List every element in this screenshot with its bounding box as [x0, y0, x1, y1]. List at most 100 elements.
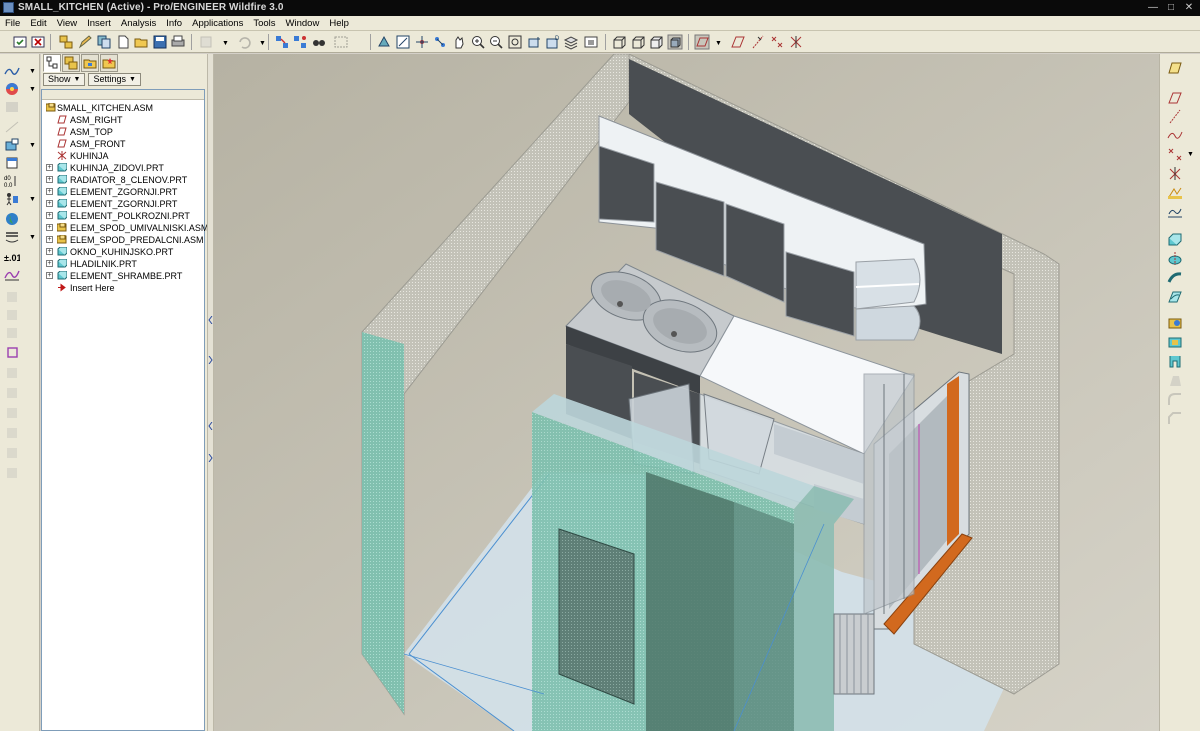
hole-icon[interactable]	[1167, 316, 1183, 331]
menu-tools[interactable]: Tools	[248, 16, 280, 30]
tolerance-icon[interactable]: ±.01	[4, 250, 20, 264]
chevron-down-icon[interactable]: ▼	[29, 142, 36, 149]
analysis-feature-icon[interactable]	[1167, 185, 1183, 200]
graphics-viewport[interactable]	[214, 54, 1159, 731]
no-hidden-icon[interactable]	[648, 34, 664, 50]
datum-plane-tool-icon[interactable]	[1167, 90, 1183, 105]
grip-arrow-icon[interactable]	[208, 356, 213, 364]
settings-dropdown-button[interactable]: Settings ▼	[88, 73, 141, 86]
pan-icon[interactable]	[432, 34, 448, 50]
cut-icon[interactable]	[198, 34, 214, 50]
regen-manager-icon[interactable]	[292, 34, 308, 50]
revolve-icon[interactable]	[1167, 251, 1183, 266]
save-icon[interactable]	[152, 34, 168, 50]
close-button[interactable]: ✕	[1182, 2, 1196, 14]
expand-icon[interactable]: +	[46, 260, 53, 267]
expand-icon[interactable]: +	[46, 248, 53, 255]
menu-analysis[interactable]: Analysis	[116, 16, 161, 30]
zoom-in-icon[interactable]	[470, 34, 486, 50]
saved-views-icon[interactable]: D	[545, 34, 561, 50]
datum-axis-display-icon[interactable]	[750, 34, 766, 50]
panel-splitter[interactable]	[207, 54, 214, 731]
expand-icon[interactable]: +	[46, 212, 53, 219]
datum-plane-icon[interactable]	[1167, 60, 1183, 75]
earth-icon[interactable]	[4, 212, 20, 226]
chamfer-icon[interactable]	[1167, 411, 1183, 426]
orient-icon[interactable]	[376, 34, 392, 50]
datum-curve-icon[interactable]	[1167, 128, 1183, 143]
chevron-down-icon[interactable]: ▼	[29, 234, 36, 241]
expand-icon[interactable]: +	[46, 176, 53, 183]
show-dropdown-button[interactable]: Show ▼	[43, 73, 86, 86]
view-manager-icon[interactable]	[583, 34, 599, 50]
extrude-icon[interactable]	[1167, 232, 1183, 247]
maximize-button[interactable]: □	[1164, 2, 1178, 14]
regenerate-icon[interactable]	[12, 34, 28, 50]
menu-insert[interactable]: Insert	[82, 16, 116, 30]
shading-icon[interactable]	[667, 34, 683, 50]
select-box-icon[interactable]	[333, 34, 349, 50]
shell-icon[interactable]	[1167, 335, 1183, 350]
section-icon[interactable]	[4, 120, 20, 134]
minimize-button[interactable]: —	[1146, 2, 1160, 14]
model-icon[interactable]	[4, 100, 20, 114]
edit-definition-icon[interactable]	[77, 34, 93, 50]
spin-center-icon[interactable]	[414, 34, 430, 50]
copy-icon[interactable]	[96, 34, 112, 50]
grip-arrow-icon[interactable]	[208, 422, 213, 430]
refit-icon[interactable]	[507, 34, 523, 50]
menu-info[interactable]: Info	[161, 16, 187, 30]
chevron-down-icon[interactable]: ▼	[259, 40, 266, 47]
blend-icon[interactable]	[1167, 289, 1183, 304]
datum-point-display-icon[interactable]	[769, 34, 785, 50]
grip-arrow-icon[interactable]	[208, 454, 213, 462]
feature-icon[interactable]	[4, 138, 20, 152]
graph-icon[interactable]	[1167, 204, 1183, 219]
expand-icon[interactable]: +	[46, 188, 53, 195]
layers-icon[interactable]	[563, 34, 579, 50]
menu-edit[interactable]: Edit	[25, 16, 51, 30]
open-file-icon[interactable]	[133, 34, 149, 50]
chevron-down-icon[interactable]: ▼	[715, 40, 722, 47]
chevron-down-icon[interactable]: ▼	[29, 86, 36, 93]
expand-icon[interactable]: +	[46, 236, 53, 243]
datum-axis-icon[interactable]	[1167, 109, 1183, 124]
expand-icon[interactable]: +	[46, 272, 53, 279]
datum-plane-tool-icon[interactable]	[730, 34, 746, 50]
hidden-line-icon[interactable]	[630, 34, 646, 50]
chevron-down-icon[interactable]: ▼	[1187, 151, 1194, 158]
coordinate-system-display-icon[interactable]	[788, 34, 804, 50]
chevron-down-icon[interactable]: ▼	[222, 40, 229, 47]
datum-plane-display-icon[interactable]	[694, 34, 710, 50]
expand-icon[interactable]: +	[46, 200, 53, 207]
draft-icon[interactable]	[1167, 373, 1183, 388]
regen-icon[interactable]	[274, 34, 290, 50]
rib-icon[interactable]	[1167, 354, 1183, 369]
grip-arrow-icon[interactable]	[208, 316, 213, 324]
model-tree-tab[interactable]	[43, 54, 61, 72]
kitchen-3d-model[interactable]	[214, 54, 1159, 731]
menu-file[interactable]: File	[0, 16, 25, 30]
chevron-down-icon[interactable]: ▼	[29, 196, 36, 203]
menu-help[interactable]: Help	[324, 16, 354, 30]
layer-tree-tab[interactable]	[62, 54, 80, 72]
chevron-down-icon[interactable]: ▼	[29, 68, 36, 75]
mapkey-icon[interactable]	[4, 192, 20, 206]
zoom-out-icon[interactable]	[488, 34, 504, 50]
close-window-icon[interactable]	[30, 34, 46, 50]
datum-point-icon[interactable]	[1167, 147, 1183, 162]
menu-applications[interactable]: Applications	[187, 16, 248, 30]
sweep-icon[interactable]	[1167, 270, 1183, 285]
relations-icon[interactable]	[4, 156, 20, 170]
analysis-icon[interactable]	[4, 268, 20, 282]
family-table-icon[interactable]: d00.0	[4, 174, 20, 188]
new-file-icon[interactable]	[115, 34, 131, 50]
wireframe-icon[interactable]	[611, 34, 627, 50]
sketch-icon[interactable]	[4, 64, 20, 78]
folder-browser-tab[interactable]	[81, 54, 99, 72]
coordinate-system-icon[interactable]	[1167, 166, 1183, 181]
expand-icon[interactable]: +	[46, 164, 53, 171]
hand-icon[interactable]	[451, 34, 467, 50]
appearance-icon[interactable]	[4, 82, 20, 96]
menu-view[interactable]: View	[52, 16, 82, 30]
